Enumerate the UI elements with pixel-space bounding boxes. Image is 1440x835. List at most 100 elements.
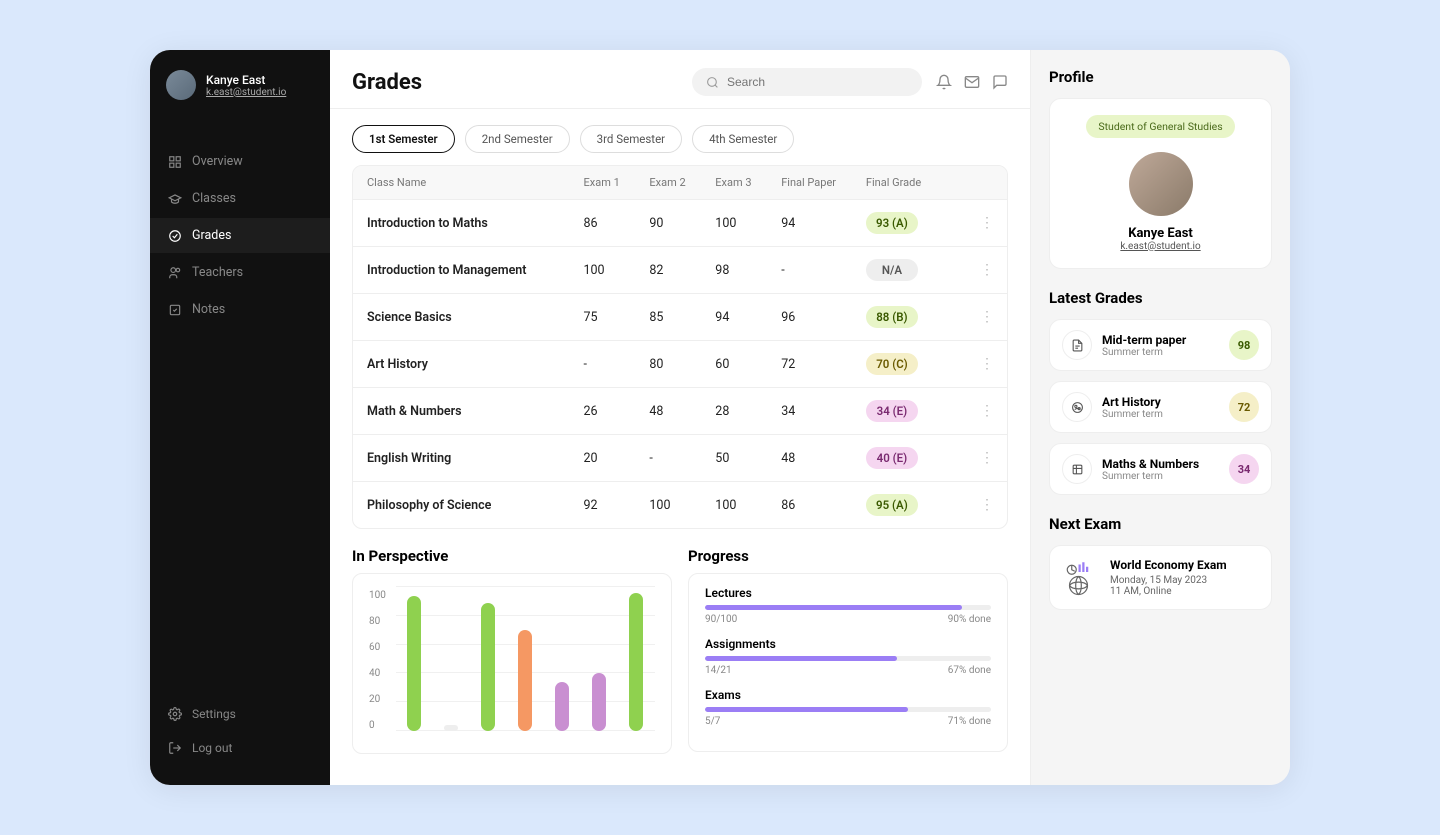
nav-logout[interactable]: Log out <box>150 731 330 765</box>
progress-count: 90/100 <box>705 614 737 625</box>
cell-e3: 100 <box>715 498 781 513</box>
chat-icon[interactable] <box>992 74 1008 90</box>
latest-grade-card[interactable]: Maths & NumbersSummer term34 <box>1049 443 1272 495</box>
nav-label: Teachers <box>192 265 243 280</box>
cell-class: Introduction to Maths <box>367 216 584 231</box>
cell-class: Art History <box>367 357 584 372</box>
progress-panel: Lectures90/10090% doneAssignments14/2167… <box>688 573 1008 752</box>
cell-e1: 26 <box>584 404 650 419</box>
chart-bar <box>444 725 458 731</box>
tab-sem3[interactable]: 3rd Semester <box>580 125 682 153</box>
table-row[interactable]: Science Basics7585949688 (B)⋮ <box>353 293 1007 340</box>
latest-grade-card[interactable]: Art HistorySummer term72 <box>1049 381 1272 433</box>
search-input[interactable] <box>727 75 908 89</box>
logout-icon <box>168 741 182 755</box>
nav-grades[interactable]: Grades <box>150 218 330 253</box>
y-tick: 100 <box>369 590 386 601</box>
content: 1st Semester 2nd Semester 3rd Semester 4… <box>330 108 1030 785</box>
cell-e1: - <box>584 357 650 372</box>
nav-label: Grades <box>192 228 231 243</box>
row-more-icon[interactable]: ⋮ <box>969 450 993 466</box>
cell-e2: 90 <box>649 216 715 231</box>
profile-title: Profile <box>1049 68 1272 86</box>
table-row[interactable]: Introduction to Management1008298-N/A⋮ <box>353 246 1007 293</box>
progress-bar <box>705 656 991 661</box>
profile-email[interactable]: k.east@student.io <box>1066 241 1255 252</box>
main-header: Grades <box>330 50 1030 108</box>
table-row[interactable]: Introduction to Maths86901009493 (A)⋮ <box>353 199 1007 246</box>
lg-icon <box>1062 330 1092 360</box>
right-panel: Profile Student of General Studies Kanye… <box>1030 50 1290 785</box>
cell-final: 88 (B) <box>866 306 970 328</box>
cell-class: English Writing <box>367 451 584 466</box>
progress-item: Lectures90/10090% done <box>705 586 991 625</box>
main: Grades 1st Semester 2nd Semester 3rd Sem… <box>330 50 1030 785</box>
lg-score: 34 <box>1229 454 1259 484</box>
lg-title: Mid-term paper <box>1102 333 1219 347</box>
progress-label: Exams <box>705 688 991 702</box>
user-email[interactable]: k.east@student.io <box>206 87 286 98</box>
check-badge-icon <box>168 229 182 243</box>
nav-classes[interactable]: Classes <box>150 181 330 216</box>
semester-tabs: 1st Semester 2nd Semester 3rd Semester 4… <box>352 109 1008 165</box>
y-tick: 0 <box>369 720 386 731</box>
next-exam-time: 11 AM, Online <box>1110 586 1227 597</box>
chart-bar <box>481 603 495 731</box>
row-more-icon[interactable]: ⋮ <box>969 356 993 372</box>
cell-paper: 34 <box>781 404 866 419</box>
y-tick: 80 <box>369 616 386 627</box>
gear-icon <box>168 707 182 721</box>
cell-e1: 92 <box>584 498 650 513</box>
cell-e3: 60 <box>715 357 781 372</box>
user-name: Kanye East <box>206 73 286 87</box>
lower-panels: In Perspective 100806040200 Progress <box>352 547 1008 754</box>
next-exam-date: Monday, 15 May 2023 <box>1110 575 1227 586</box>
table-header: Class Name Exam 1 Exam 2 Exam 3 Final Pa… <box>353 166 1007 199</box>
next-exam-card[interactable]: World Economy Exam Monday, 15 May 2023 1… <box>1049 545 1272 610</box>
progress-bar <box>705 605 991 610</box>
nav-notes[interactable]: Notes <box>150 292 330 327</box>
cell-e3: 98 <box>715 263 781 278</box>
y-tick: 60 <box>369 642 386 653</box>
row-more-icon[interactable]: ⋮ <box>969 309 993 325</box>
tab-sem1[interactable]: 1st Semester <box>352 125 455 153</box>
chart-bars <box>396 586 655 741</box>
tab-sem4[interactable]: 4th Semester <box>692 125 794 153</box>
row-more-icon[interactable]: ⋮ <box>969 403 993 419</box>
table-row[interactable]: Art History-80607270 (C)⋮ <box>353 340 1007 387</box>
nav-overview[interactable]: Overview <box>150 144 330 179</box>
latest-grades-list: Mid-term paperSummer term 98 Art HistorySu… <box>1049 319 1272 495</box>
bell-icon[interactable] <box>936 74 952 90</box>
next-exam-name: World Economy Exam <box>1110 558 1227 572</box>
nav-teachers[interactable]: Teachers <box>150 255 330 290</box>
latest-grade-card[interactable]: Mid-term paperSummer term 98 <box>1049 319 1272 371</box>
progress-item: Exams5/771% done <box>705 688 991 727</box>
mail-icon[interactable] <box>964 74 980 90</box>
nav-label: Notes <box>192 302 225 317</box>
row-more-icon[interactable]: ⋮ <box>969 215 993 231</box>
tab-sem2[interactable]: 2nd Semester <box>465 125 570 153</box>
lg-sub: Summer term <box>1102 347 1219 358</box>
grid-icon <box>168 155 182 169</box>
th-final: Final Grade <box>866 176 970 189</box>
progress-pct: 90% done <box>948 614 991 625</box>
row-more-icon[interactable]: ⋮ <box>969 262 993 278</box>
cell-final: 40 (E) <box>866 447 970 469</box>
profile-card: Student of General Studies Kanye East k.… <box>1049 98 1272 269</box>
nav-label: Classes <box>192 191 236 206</box>
cell-final: 95 (A) <box>866 494 970 516</box>
progress-pct: 67% done <box>948 665 991 676</box>
perspective-panel: 100806040200 <box>352 573 672 754</box>
cell-paper: 96 <box>781 310 866 325</box>
search-box[interactable] <box>692 68 922 96</box>
th-e1: Exam 1 <box>584 176 650 189</box>
table-row[interactable]: Math & Numbers2648283434 (E)⋮ <box>353 387 1007 434</box>
lg-icon <box>1062 454 1092 484</box>
row-more-icon[interactable]: ⋮ <box>969 497 993 513</box>
sidebar-user[interactable]: Kanye East k.east@student.io <box>150 70 330 124</box>
cell-paper: - <box>781 263 866 278</box>
table-row[interactable]: Philosophy of Science921001008695 (A)⋮ <box>353 481 1007 528</box>
lg-score: 98 <box>1229 330 1259 360</box>
nav-settings[interactable]: Settings <box>150 697 330 731</box>
table-row[interactable]: English Writing20-504840 (E)⋮ <box>353 434 1007 481</box>
